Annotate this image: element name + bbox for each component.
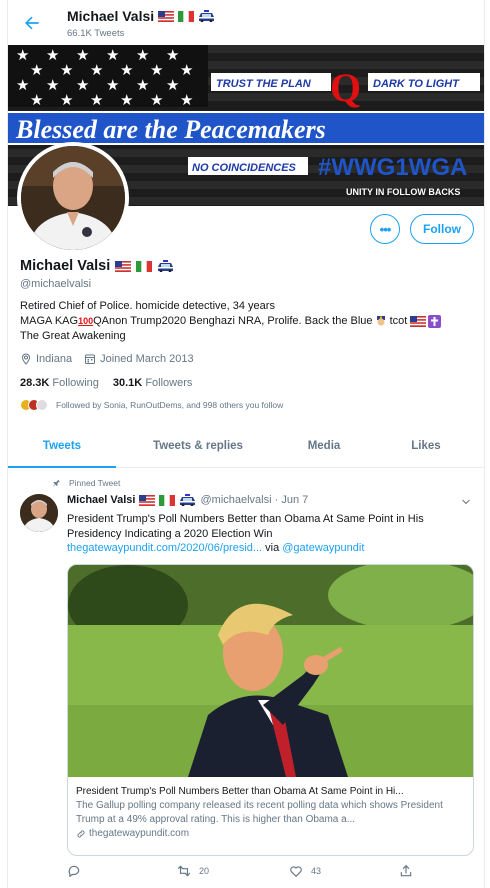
profile-handle: @michaelvalsi	[20, 278, 92, 290]
back-arrow-icon[interactable]	[22, 13, 42, 33]
like-button[interactable]: 43	[289, 864, 321, 878]
svg-text:★: ★	[76, 46, 89, 64]
more-options-button[interactable]: •••	[370, 214, 400, 244]
following-stat[interactable]: 28.3K Following	[20, 377, 99, 389]
banner-hashtag: #WWG1WGA	[318, 154, 467, 181]
card-title: President Trump's Poll Numbers Better th…	[76, 786, 404, 797]
svg-text:★: ★	[46, 46, 59, 64]
police-car-icon	[158, 260, 174, 272]
svg-text:★: ★	[60, 91, 73, 109]
tweet-text: President Trump's Poll Numbers Better th…	[67, 513, 424, 554]
svg-text:★: ★	[16, 46, 29, 64]
svg-text:★: ★	[166, 46, 179, 64]
svg-text:★: ★	[30, 91, 43, 109]
italy-flag-icon	[136, 260, 153, 272]
follower-avatars	[20, 399, 48, 411]
us-flag-icon	[115, 260, 132, 272]
pin-icon	[53, 479, 60, 487]
profile-tabs: Tweets Tweets & replies Media Likes	[8, 428, 484, 468]
share-button[interactable]	[399, 864, 413, 878]
heart-icon	[290, 866, 302, 878]
card-image	[68, 565, 473, 777]
tweet-link[interactable]: thegatewaypundit.com/2020/06/presid...	[67, 542, 262, 554]
tweet-header: Michael Valsi @michaelvalsi · Jun 7	[67, 494, 309, 506]
banner-dark-text: DARK TO LIGHT	[373, 78, 460, 90]
card-domain: thegatewaypundit.com	[76, 827, 465, 841]
card-description: The Gallup polling company released its …	[76, 800, 443, 825]
us-flag-icon	[410, 315, 427, 327]
svg-text:★: ★	[16, 76, 29, 94]
svg-text:★: ★	[136, 46, 149, 64]
card-photo	[68, 565, 473, 777]
tweet-count: 66.1K Tweets	[67, 28, 125, 39]
italy-flag-icon	[178, 10, 195, 22]
hundred-points-icon: 100	[78, 316, 94, 326]
svg-text:★: ★	[60, 61, 73, 79]
svg-text:★: ★	[136, 76, 149, 94]
svg-text:★: ★	[166, 76, 179, 94]
chevron-down-icon[interactable]	[460, 496, 472, 508]
tab-media[interactable]: Media	[280, 428, 368, 467]
svg-text:★: ★	[150, 91, 163, 109]
profile-page: Michael Valsi 66.1K Tweets ★ ★ ★ ★ ★ ★ ★ ★ ★ ★ ★ ★…	[7, 0, 485, 888]
profile-meta: Indiana Joined March 2013	[20, 353, 194, 365]
tweet-avatar[interactable]	[20, 494, 58, 532]
profile-name: Michael Valsi	[20, 258, 174, 274]
banner-unity: UNITY IN FOLLOW BACKS	[346, 187, 460, 197]
link-card[interactable]: President Trump's Poll Numbers Better th…	[67, 564, 474, 856]
tab-likes[interactable]: Likes	[368, 428, 484, 467]
profile-stats: 28.3K Following 30.1K Followers	[20, 377, 192, 389]
avatar	[36, 399, 48, 411]
retweet-icon	[177, 865, 191, 877]
reply-icon	[68, 865, 80, 878]
banner-blessed-text: Blessed are the Peacemakers	[15, 115, 326, 144]
svg-text:★: ★	[106, 76, 119, 94]
svg-text:★: ★	[120, 61, 133, 79]
calendar-icon	[85, 354, 96, 364]
svg-text:★: ★	[76, 76, 89, 94]
svg-text:★: ★	[30, 61, 43, 79]
joined-item: Joined March 2013	[84, 353, 194, 365]
us-flag-icon	[158, 10, 175, 22]
link-icon	[77, 830, 85, 838]
tab-tweets[interactable]: Tweets	[8, 428, 116, 468]
police-car-icon	[180, 494, 196, 506]
avatar-photo	[20, 494, 58, 532]
followed-by[interactable]: Followed by Sonia, RunOutDems, and 998 o…	[20, 399, 283, 411]
svg-text:★: ★	[150, 61, 163, 79]
header-name: Michael Valsi	[67, 8, 215, 24]
card-body: President Trump's Poll Numbers Better th…	[68, 777, 473, 849]
svg-text:★: ★	[46, 76, 59, 94]
tweet-actions: 20 43	[67, 864, 467, 882]
profile-bio: Retired Chief of Police. homicide detect…	[20, 299, 476, 344]
profile-avatar[interactable]	[17, 142, 129, 254]
latin-cross-icon	[428, 314, 442, 328]
location-pin-icon	[21, 353, 31, 365]
svg-text:★: ★	[120, 91, 133, 109]
tab-tweets-replies[interactable]: Tweets & replies	[116, 428, 280, 467]
svg-text:★: ★	[180, 61, 193, 79]
profile-header: Michael Valsi 66.1K Tweets	[8, 0, 484, 45]
avatar-photo	[21, 146, 125, 250]
us-flag-icon	[139, 494, 156, 506]
retweet-button[interactable]: 20	[177, 864, 209, 878]
italy-flag-icon	[159, 494, 176, 506]
followers-stat[interactable]: 30.1K Followers	[113, 377, 193, 389]
police-car-icon	[199, 10, 215, 22]
svg-text:★: ★	[180, 91, 193, 109]
follow-button[interactable]: Follow	[410, 214, 474, 244]
reply-button[interactable]	[67, 864, 81, 878]
pinned-label: Pinned Tweet	[52, 478, 120, 488]
banner-q-letter: Q	[330, 65, 361, 110]
svg-text:★: ★	[90, 91, 103, 109]
via-handle-link[interactable]: @gatewaypundit	[282, 542, 364, 554]
location-item: Indiana	[20, 353, 72, 365]
banner-no-coincidences: NO COINCIDENCES	[192, 162, 297, 174]
svg-text:★: ★	[106, 46, 119, 64]
svg-text:★: ★	[90, 61, 103, 79]
police-officer-icon	[376, 316, 385, 326]
banner-trust-text: TRUST THE PLAN	[216, 78, 312, 90]
share-icon	[400, 864, 412, 877]
